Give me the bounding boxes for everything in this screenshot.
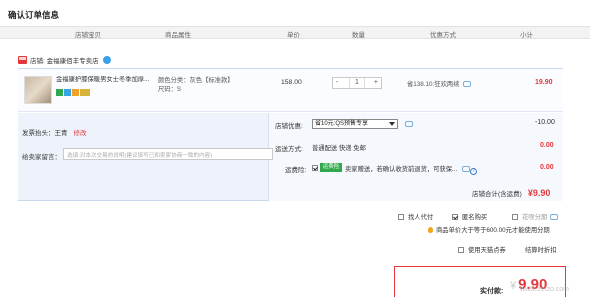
installment-info-icon[interactable]: [550, 214, 559, 220]
proxy-pay-checkbox[interactable]: [398, 214, 404, 220]
quantity-minus-button[interactable]: -: [336, 79, 338, 86]
service-badges: [56, 89, 91, 96]
insurance-amount: 0.00: [540, 164, 554, 171]
quantity-input[interactable]: 1: [349, 78, 365, 88]
coupon-label: 店铺优惠:: [275, 123, 303, 130]
discount-text: 省138.10:狂欢两续: [407, 81, 460, 88]
shop-label: 店铺:: [30, 58, 45, 65]
coupon-selected-value: 省10元:QS预售专享: [315, 121, 369, 127]
wangwang-chat-icon[interactable]: [102, 56, 111, 64]
insurance-description: 卖家赠送，若确认收货前退货，可获保...: [345, 166, 458, 173]
installment-label: 花呗分期: [522, 214, 548, 221]
col-price: 单价: [287, 32, 300, 39]
tmall-coupon-label: 使用天猫点券: [468, 247, 506, 254]
shop-icon: [18, 56, 27, 64]
payment-label: 实付款:: [480, 288, 504, 295]
watermark: www.51cto.com: [520, 286, 570, 293]
unit-price: 158.00: [281, 79, 302, 86]
shop-line: 店铺: 金福康佰丰专卖店: [18, 55, 111, 67]
item-row: [18, 68, 563, 112]
chevron-down-icon: [389, 122, 395, 126]
promotion-icon: [80, 89, 90, 96]
guarantee-icon: [64, 89, 71, 96]
col-subtotal: 小计: [520, 32, 533, 39]
shipping-amount: 0.00: [540, 142, 554, 149]
coupon-info-icon[interactable]: [405, 121, 413, 127]
installment-note-text: 商品单价大于等于600.00元才能使用分期: [436, 227, 550, 234]
proxy-pay-label: 找人代付: [408, 214, 434, 221]
product-name[interactable]: 金福康护膝保暖男女士冬季加厚...: [56, 76, 156, 84]
col-quantity: 数量: [352, 32, 365, 39]
installment-checkbox[interactable]: [512, 214, 518, 220]
col-discount: 优惠方式: [430, 32, 456, 39]
invoice-label: 发票抬头：王青: [22, 130, 68, 137]
anonymous-checkbox[interactable]: [452, 214, 458, 220]
shop-total-amount: ¥9.90: [527, 188, 551, 198]
coupon-select[interactable]: 省10元:QS预售专享: [312, 119, 398, 129]
shop-name[interactable]: 金福康佰丰专卖店: [47, 58, 99, 65]
message-input[interactable]: 选填:对本次交易的说明(建议填写已和卖家协商一致的内容): [63, 148, 273, 160]
insurance-text: 卖家赠送，若确认收货前退货，可获保... ?: [345, 164, 478, 175]
product-sku: 颜色分类：灰色【标准款】 尺码：S: [158, 76, 234, 94]
help-icon[interactable]: ?: [470, 168, 478, 175]
tmall-coupon-checkbox[interactable]: [458, 247, 464, 253]
seven-day-return-icon: [56, 89, 63, 96]
installment-note: 商品单价大于等于600.00元才能使用分期: [428, 225, 550, 234]
insurance-checkbox[interactable]: [312, 165, 318, 171]
shop-total: 店铺合计(含运费) ¥9.90: [472, 188, 550, 198]
discount-info-icon[interactable]: [462, 81, 471, 87]
invoice-line: 发票抬头：王青 修改: [22, 127, 87, 137]
shipping-label: 运送方式:: [275, 146, 303, 153]
quantity-stepper: - 1 +: [332, 77, 382, 89]
anonymous-label: 匿名购买: [462, 214, 488, 221]
credit-card-icon: [72, 89, 79, 96]
shop-total-label: 店铺合计(含运费): [472, 191, 522, 198]
coupon-amount: -10.00: [535, 119, 555, 126]
bulb-icon: [428, 227, 433, 233]
installment-option[interactable]: 花呗分期: [512, 212, 559, 221]
anonymous-option[interactable]: 匿名购买: [452, 212, 487, 221]
insurance-chat-icon[interactable]: [462, 166, 471, 172]
proxy-pay-option[interactable]: 找人代付: [398, 212, 433, 221]
tmall-coupon-option[interactable]: 使用天猫点券: [458, 245, 506, 254]
page-title: 确认订单信息: [8, 10, 60, 20]
col-attributes: 商品属性: [165, 32, 191, 39]
discount-method: 省138.10:狂欢两续: [407, 79, 471, 88]
insurance-label: 运费险:: [285, 167, 307, 174]
message-label: 给卖家留言：: [22, 154, 61, 161]
product-thumbnail[interactable]: [24, 76, 52, 104]
order-table-header: 店铺宝贝 商品属性 单价 数量 优惠方式 小计: [0, 26, 590, 39]
col-shop-item: 店铺宝贝: [75, 32, 101, 39]
insurance-badge: 运费险: [320, 163, 342, 172]
sku-size: 尺码：S: [158, 86, 182, 93]
item-subtotal: 19.90: [535, 79, 553, 86]
invoice-edit-link[interactable]: 修改: [74, 130, 87, 137]
sku-color: 颜色分类：灰色【标准款】: [158, 77, 234, 84]
quantity-plus-button[interactable]: +: [374, 79, 378, 86]
shipping-method[interactable]: 普通配送 快递 免邮: [312, 143, 366, 152]
combo-discount-link[interactable]: 结算时折扣: [525, 245, 556, 254]
yen-symbol: ¥: [510, 280, 517, 292]
